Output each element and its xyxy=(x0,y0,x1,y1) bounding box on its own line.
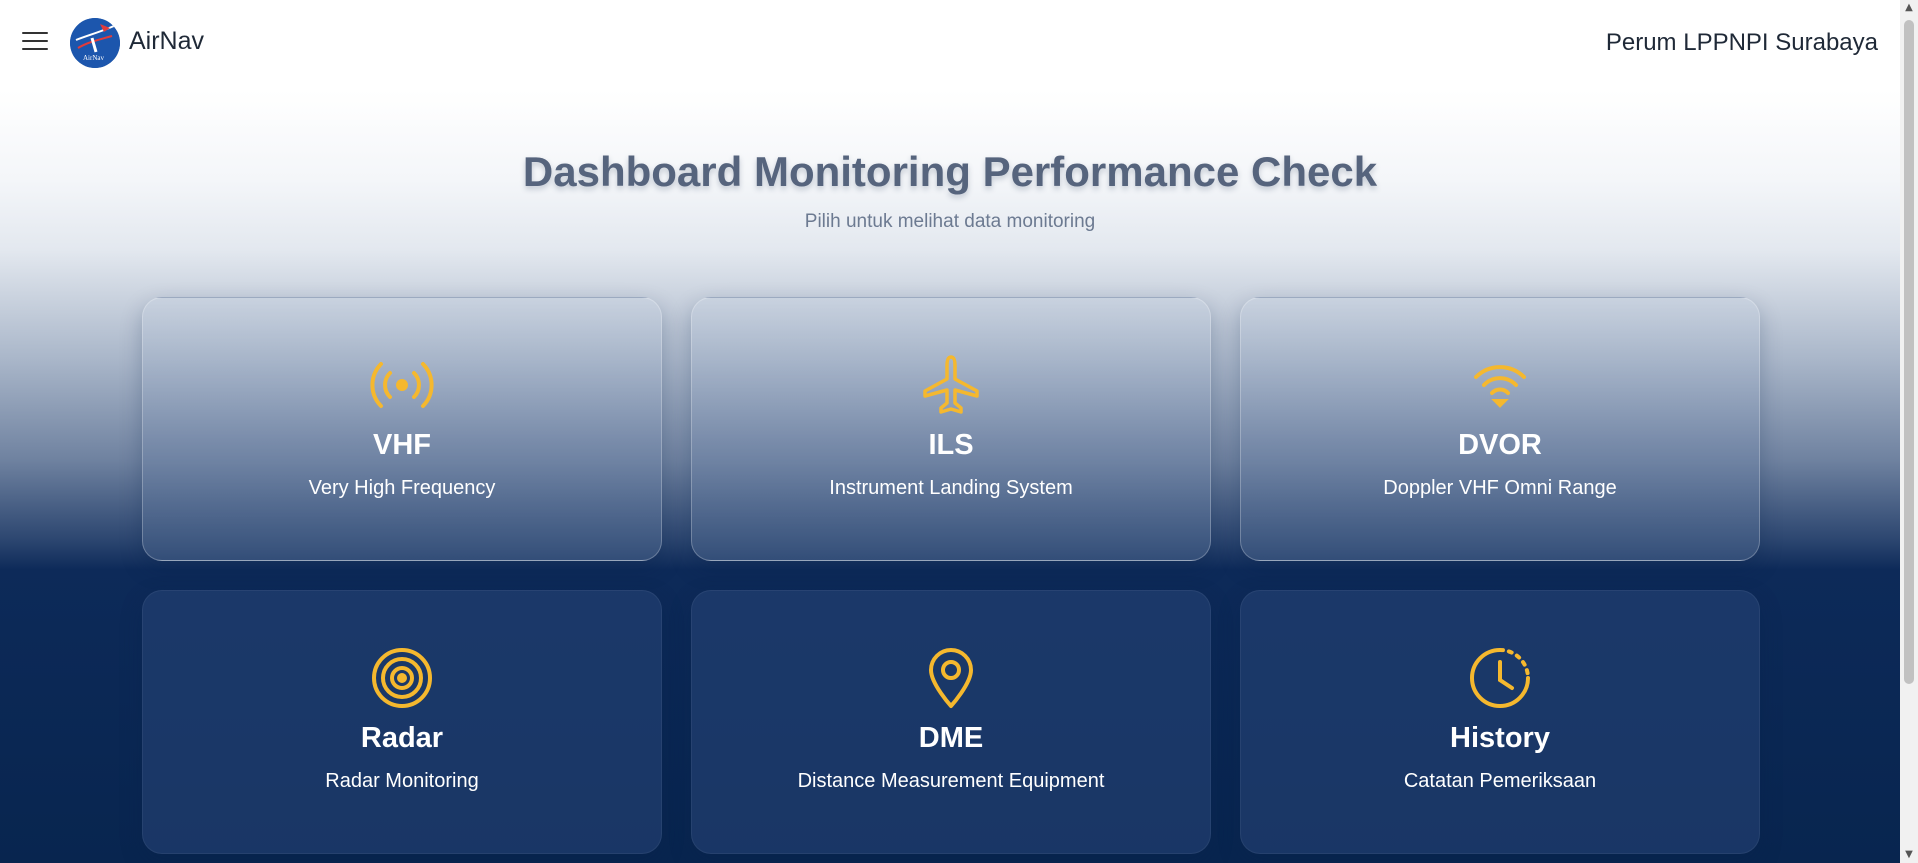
svg-text:AirNav: AirNav xyxy=(83,54,104,62)
card-title: Radar xyxy=(360,722,444,754)
scroll-down-arrow-icon[interactable]: ▼ xyxy=(1900,847,1918,863)
scroll-up-arrow-icon[interactable]: ▲ xyxy=(1900,0,1918,16)
location-pin-icon xyxy=(919,646,983,710)
wifi-icon xyxy=(1468,353,1532,417)
card-dvor[interactable]: DVOR Doppler VHF Omni Range xyxy=(1240,297,1760,561)
top-navbar: AirNav AirNav Perum LPPNPI Surabaya xyxy=(0,0,1900,88)
card-description: Radar Monitoring xyxy=(325,770,479,792)
broadcast-icon xyxy=(370,353,434,417)
page-background: AirNav AirNav Perum LPPNPI Surabaya Dash… xyxy=(0,0,1900,863)
page-subtitle: Pilih untuk melihat data monitoring xyxy=(804,211,1096,232)
organization-title: Perum LPPNPI Surabaya xyxy=(1605,29,1878,56)
card-title: VHF xyxy=(373,429,431,461)
card-title: DVOR xyxy=(1458,429,1542,461)
scrollbar-thumb[interactable] xyxy=(1904,20,1914,684)
card-description: Very High Frequency xyxy=(308,477,496,499)
card-description: Distance Measurement Equipment xyxy=(797,770,1105,792)
card-description: Catatan Pemeriksaan xyxy=(1403,770,1597,792)
clock-history-icon xyxy=(1468,646,1532,710)
brand-name: AirNav xyxy=(129,27,205,55)
card-title: DME xyxy=(918,722,984,754)
card-history[interactable]: History Catatan Pemeriksaan xyxy=(1240,590,1760,854)
airplane-icon xyxy=(919,353,983,417)
airnav-logo[interactable]: AirNav xyxy=(70,18,120,68)
card-description: Instrument Landing System xyxy=(829,477,1073,499)
page-title: Dashboard Monitoring Performance Check xyxy=(522,148,1378,195)
radar-icon xyxy=(370,646,434,710)
card-radar[interactable]: Radar Radar Monitoring xyxy=(142,590,662,854)
card-vhf[interactable]: VHF Very High Frequency xyxy=(142,297,662,561)
card-title: History xyxy=(1450,722,1550,754)
card-dme[interactable]: DME Distance Measurement Equipment xyxy=(691,590,1211,854)
card-description: Doppler VHF Omni Range xyxy=(1383,477,1617,499)
vertical-scrollbar[interactable]: ▲ ▼ xyxy=(1900,0,1918,863)
card-title: ILS xyxy=(928,429,974,461)
card-ils[interactable]: ILS Instrument Landing System xyxy=(691,297,1211,561)
hamburger-menu-icon[interactable] xyxy=(22,32,48,54)
